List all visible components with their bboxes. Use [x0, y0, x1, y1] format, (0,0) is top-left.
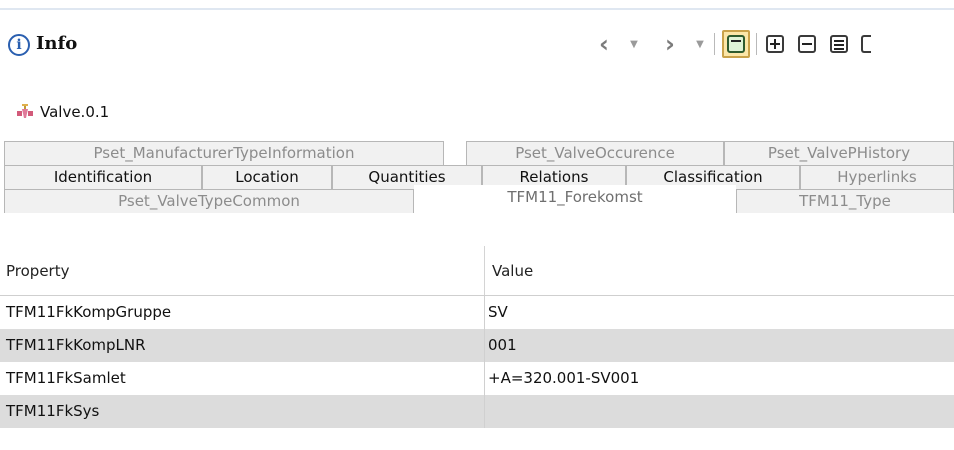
tab-row-1: Pset_ManufacturerTypeInformation Pset_Va… [0, 141, 954, 165]
selected-object: Valve.0.1 [16, 102, 109, 122]
info-panel-header: i Info ‹ ▼ › ▼ Valve.0.1 [0, 12, 954, 121]
toolbar-separator [714, 33, 715, 55]
tab-identification[interactable]: Identification [4, 165, 202, 189]
more-icon[interactable] [858, 29, 874, 59]
cell-divider [484, 296, 485, 329]
property-name: TFM11FkKompLNR [6, 336, 146, 354]
cell-divider [484, 395, 485, 428]
property-table: Property Value TFM11FkKompGruppe SV TFM1… [0, 246, 954, 428]
sync-selection-icon[interactable] [722, 30, 750, 58]
property-name: TFM11FkSys [6, 402, 100, 420]
forward-dropdown-icon[interactable]: ▼ [692, 29, 708, 59]
property-value: 001 [488, 336, 517, 354]
column-header-property[interactable]: Property [6, 246, 69, 296]
object-name: Valve.0.1 [40, 103, 110, 121]
top-strip [0, 0, 954, 10]
property-value: +A=320.001-SV001 [488, 369, 640, 387]
info-icon: i [8, 34, 30, 56]
tab-tfm11-forekomst[interactable]: TFM11_Forekomst [414, 185, 736, 215]
forward-arrow-icon[interactable]: › [658, 29, 682, 59]
cell-divider [484, 329, 485, 362]
table-row[interactable]: TFM11FkSys [0, 395, 954, 428]
tab-location[interactable]: Location [202, 165, 332, 189]
back-arrow-icon[interactable]: ‹ [592, 29, 616, 59]
tab-pset-valve-phistory[interactable]: Pset_ValvePHistory [724, 141, 954, 165]
table-row[interactable]: TFM11FkKompGruppe SV [0, 296, 954, 329]
property-name: TFM11FkSamlet [6, 369, 126, 387]
panel-title: Info [36, 33, 78, 54]
table-row[interactable]: TFM11FkSamlet +A=320.001-SV001 [0, 362, 954, 395]
tab-row-3: Pset_ValveTypeCommon TFM11_Forekomst TFM… [0, 185, 954, 215]
valve-icon [17, 104, 33, 118]
column-header-value[interactable]: Value [492, 246, 533, 296]
table-row[interactable]: TFM11FkKompLNR 001 [0, 329, 954, 362]
table-header: Property Value [0, 246, 954, 296]
tab-tfm11-type[interactable]: TFM11_Type [736, 189, 954, 213]
tab-pset-valve-occurence[interactable]: Pset_ValveOccurence [466, 141, 724, 165]
toolbar-separator [756, 33, 757, 55]
tab-hyperlinks[interactable]: Hyperlinks [800, 165, 954, 189]
tab-pset-valve-type-common[interactable]: Pset_ValveTypeCommon [4, 189, 414, 213]
tab-pset-manufacturer[interactable]: Pset_ManufacturerTypeInformation [4, 141, 444, 165]
details-icon[interactable] [826, 29, 852, 59]
property-value: SV [488, 303, 508, 321]
back-dropdown-icon[interactable]: ▼ [626, 29, 642, 59]
column-divider[interactable] [484, 246, 485, 295]
toolbar: ‹ ▼ › ▼ [592, 29, 954, 59]
expand-all-icon[interactable] [762, 29, 788, 59]
property-name: TFM11FkKompGruppe [6, 303, 172, 321]
collapse-all-icon[interactable] [794, 29, 820, 59]
cell-divider [484, 362, 485, 395]
